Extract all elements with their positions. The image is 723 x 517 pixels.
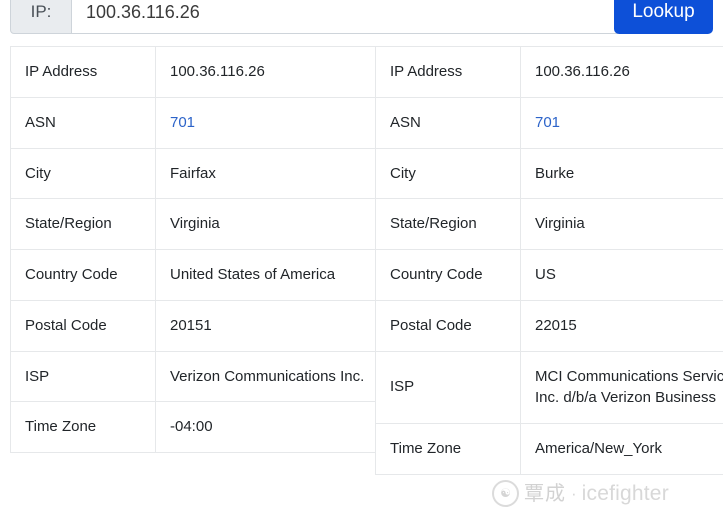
- row-key: ISP: [10, 350, 156, 403]
- row-key: ISP: [375, 350, 521, 424]
- row-value: Verizon Communications Inc.: [155, 350, 405, 403]
- row-key: Country Code: [10, 249, 156, 301]
- row-value: -04:00: [155, 401, 405, 453]
- row-key: ASN: [10, 96, 156, 149]
- ip-lookup-search-bar: IP: Lookup: [10, 0, 713, 34]
- row-value: 22015: [520, 299, 723, 352]
- row-key: City: [375, 147, 521, 200]
- right-table-body: IP Address 100.36.116.26 ASN 701 City Bu…: [375, 46, 723, 475]
- row-value: 100.36.116.26: [155, 46, 405, 98]
- row-key: Time Zone: [375, 423, 521, 475]
- table-row: IP Address 100.36.116.26: [10, 46, 405, 98]
- row-key: IP Address: [10, 46, 156, 98]
- row-value: America/New_York: [520, 423, 723, 475]
- asn-link[interactable]: 701: [170, 114, 195, 131]
- ip-search-input[interactable]: [72, 0, 618, 34]
- ip-label: IP:: [10, 0, 72, 34]
- row-key: City: [10, 147, 156, 200]
- lookup-button[interactable]: Lookup: [614, 0, 713, 34]
- row-value: United States of America: [155, 249, 405, 301]
- table-row: Postal Code 22015: [375, 299, 723, 352]
- results-area: IP Address 100.36.116.26 ASN 701 City Fa…: [0, 46, 723, 517]
- row-value: Virginia: [520, 198, 723, 250]
- table-row: Country Code US: [375, 249, 723, 301]
- table-row: ASN 701: [375, 96, 723, 149]
- row-value: MCI Communications Services, Inc. d/b/a …: [520, 350, 723, 424]
- table-row: ASN 701: [10, 96, 405, 149]
- left-table-body: IP Address 100.36.116.26 ASN 701 City Fa…: [10, 46, 405, 453]
- table-row: City Burke: [375, 147, 723, 200]
- table-row: Time Zone -04:00: [10, 401, 405, 453]
- table-row: Postal Code 20151: [10, 299, 405, 352]
- table-row: State/Region Virginia: [10, 198, 405, 250]
- row-key: State/Region: [375, 198, 521, 250]
- row-key: Postal Code: [375, 299, 521, 352]
- row-key: Postal Code: [10, 299, 156, 352]
- row-value: 701: [520, 96, 723, 149]
- table-row: State/Region Virginia: [375, 198, 723, 250]
- row-value: US: [520, 249, 723, 301]
- row-key: Time Zone: [10, 401, 156, 453]
- right-result-table: IP Address 100.36.116.26 ASN 701 City Bu…: [375, 46, 723, 475]
- row-value: 100.36.116.26: [520, 46, 723, 98]
- table-row: IP Address 100.36.116.26: [375, 46, 723, 98]
- row-value: 20151: [155, 299, 405, 352]
- row-key: IP Address: [375, 46, 521, 98]
- row-key: State/Region: [10, 198, 156, 250]
- row-value: 701: [155, 96, 405, 149]
- table-row: ISP MCI Communications Services, Inc. d/…: [375, 350, 723, 424]
- asn-link[interactable]: 701: [535, 114, 560, 131]
- row-value: Virginia: [155, 198, 405, 250]
- row-key: Country Code: [375, 249, 521, 301]
- left-result-table: IP Address 100.36.116.26 ASN 701 City Fa…: [10, 46, 405, 453]
- table-row: Country Code United States of America: [10, 249, 405, 301]
- table-row: ISP Verizon Communications Inc.: [10, 350, 405, 403]
- table-row: Time Zone America/New_York: [375, 423, 723, 475]
- row-value: Burke: [520, 147, 723, 200]
- row-value: Fairfax: [155, 147, 405, 200]
- row-key: ASN: [375, 96, 521, 149]
- table-row: City Fairfax: [10, 147, 405, 200]
